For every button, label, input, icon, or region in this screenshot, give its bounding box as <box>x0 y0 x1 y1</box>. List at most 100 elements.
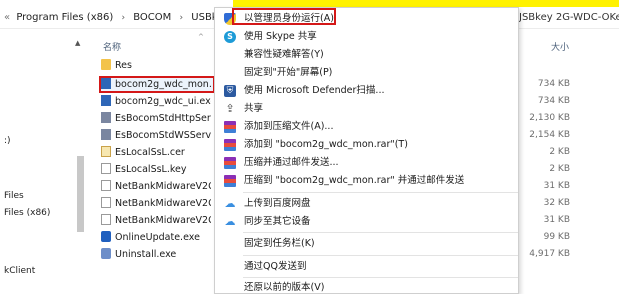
file-size: 2,154 KB <box>529 130 570 140</box>
breadcrumb-separator-icon: › <box>179 12 184 23</box>
nav-item-program-files-x86[interactable]: Files (x86) <box>4 208 50 218</box>
nav-item-drive[interactable]: :) <box>4 136 11 146</box>
menu-item-add-archive[interactable]: 添加到压缩文件(A)... <box>215 118 518 136</box>
menu-item-share[interactable]: ⇪ 共享 <box>215 100 518 118</box>
menu-item-pin-taskbar[interactable]: 固定到任务栏(K) <box>215 235 518 253</box>
search-box-text[interactable]: JSBkey 2G-WDC-OKey <box>519 12 619 23</box>
menu-item-label: 共享 <box>244 103 264 114</box>
breadcrumb-separator-icon: › <box>121 12 126 23</box>
scroll-up-icon[interactable]: ▲ <box>75 39 80 47</box>
scrollbar-thumb[interactable] <box>77 156 84 232</box>
document-icon <box>101 197 111 208</box>
run-as-admin-highlight <box>232 8 336 25</box>
file-row-ws-server[interactable]: EsBocomStdWSServer.exe <box>101 128 211 143</box>
file-row-cer[interactable]: EsLocalSsL.cer <box>101 145 211 160</box>
baidu-cloud-icon: ☁ <box>224 215 236 228</box>
menu-separator <box>243 277 518 278</box>
file-row-key[interactable]: EsLocalSsL.key <box>101 162 211 177</box>
highlight-strip <box>233 0 619 7</box>
menu-item-label: 通过QQ发送到 <box>244 261 307 272</box>
file-row-midware-2[interactable]: NetBankMidwareV2C <box>101 196 211 211</box>
menu-item-add-rar[interactable]: 添加到 "bocom2g_wdc_mon.rar"(T) <box>215 136 518 154</box>
winrar-icon <box>224 139 236 151</box>
menu-item-label: 使用 Microsoft Defender扫描... <box>244 85 385 96</box>
baidu-cloud-icon: ☁ <box>224 197 236 210</box>
menu-item-compress-email[interactable]: 压缩并通过邮件发送... <box>215 154 518 172</box>
file-name: NetBankMidwareV2C <box>115 181 211 192</box>
certificate-icon <box>101 146 111 157</box>
menu-item-label: 使用 Skype 共享 <box>244 31 317 42</box>
menu-item-label: 同步至其它设备 <box>244 216 311 227</box>
context-menu: 以管理员身份运行(A) S 使用 Skype 共享 兼容性疑难解答(Y) 固定到… <box>214 7 519 294</box>
defender-icon: ⛨ <box>224 85 236 97</box>
file-row-bocom2g-wdc-mon[interactable]: bocom2g_wdc_mon.exe <box>101 77 211 92</box>
file-list-scrollbar[interactable]: ▲ <box>73 29 85 294</box>
column-header-size[interactable]: 大小 <box>551 40 569 53</box>
exe-icon <box>101 78 111 89</box>
menu-item-compress-rar-email[interactable]: 压缩到 "bocom2g_wdc_mon.rar" 并通过邮件发送 <box>215 172 518 190</box>
file-row-midware-1[interactable]: NetBankMidwareV2C <box>101 179 211 194</box>
file-size: 2 KB <box>549 164 570 174</box>
file-name: EsLocalSsL.key <box>115 164 187 175</box>
menu-item-send-qq[interactable]: 通过QQ发送到 <box>215 258 518 276</box>
file-size: 734 KB <box>537 96 570 106</box>
menu-item-defender-scan[interactable]: ⛨ 使用 Microsoft Defender扫描... <box>215 82 518 100</box>
menu-item-pin-start[interactable]: 固定到"开始"屏幕(P) <box>215 64 518 82</box>
menu-item-restore-versions[interactable]: 还原以前的版本(V) <box>215 279 518 294</box>
document-icon <box>101 214 111 225</box>
menu-item-label: 添加到压缩文件(A)... <box>244 121 334 132</box>
update-icon <box>101 231 111 242</box>
menu-item-label: 固定到任务栏(K) <box>244 238 315 249</box>
menu-item-troubleshoot[interactable]: 兼容性疑难解答(Y) <box>215 46 518 64</box>
file-name: EsLocalSsL.cer <box>115 147 185 158</box>
file-size: 99 KB <box>543 232 570 242</box>
nav-item-program-files[interactable]: Files <box>4 191 24 201</box>
menu-item-sync-devices[interactable]: ☁ 同步至其它设备 <box>215 213 518 231</box>
menu-item-label: 兼容性疑难解答(Y) <box>244 49 324 60</box>
file-name: NetBankMidwareV2C <box>115 198 211 209</box>
menu-item-label: 固定到"开始"屏幕(P) <box>244 67 333 78</box>
menu-item-label: 压缩到 "bocom2g_wdc_mon.rar" 并通过邮件发送 <box>244 175 465 186</box>
file-size: 734 KB <box>537 79 570 89</box>
file-size: 32 KB <box>543 198 570 208</box>
menu-item-label: 上传到百度网盘 <box>244 198 311 209</box>
share-icon: ⇪ <box>225 102 235 115</box>
file-row-res[interactable]: Res <box>101 58 211 73</box>
file-name: EsBocomStdHttpServer.exe <box>115 113 211 124</box>
file-row-http-server[interactable]: EsBocomStdHttpServer.exe <box>101 111 211 126</box>
uninstall-icon <box>101 248 111 259</box>
file-name: bocom2g_wdc_ui.exe <box>115 96 211 107</box>
winrar-icon <box>224 175 236 187</box>
file-name: EsBocomStdWSServer.exe <box>115 130 211 141</box>
exe-icon <box>101 95 111 106</box>
file-row-midware-3[interactable]: NetBankMidwareV2C <box>101 213 211 228</box>
file-size: 2,130 KB <box>529 113 570 123</box>
breadcrumb-overflow-icon[interactable]: « <box>4 12 10 23</box>
menu-separator <box>243 255 518 256</box>
menu-item-skype-share[interactable]: S 使用 Skype 共享 <box>215 28 518 46</box>
document-icon <box>101 180 111 191</box>
service-icon <box>101 129 111 140</box>
menu-item-baidu-upload[interactable]: ☁ 上传到百度网盘 <box>215 195 518 213</box>
file-name: OnlineUpdate.exe <box>115 232 200 243</box>
breadcrumb: « Program Files (x86) › BOCOM › USBkey <box>4 12 229 24</box>
file-size: 31 KB <box>543 181 570 191</box>
service-icon <box>101 112 111 123</box>
file-name: bocom2g_wdc_mon.exe <box>115 79 211 90</box>
skype-icon: S <box>224 31 236 43</box>
file-size: 4,917 KB <box>529 249 570 259</box>
menu-separator <box>243 192 518 193</box>
file-row-uninstall[interactable]: Uninstall.exe <box>101 247 211 262</box>
file-name: Uninstall.exe <box>115 249 177 260</box>
file-row-bocom2g-wdc-ui[interactable]: bocom2g_wdc_ui.exe <box>101 94 211 109</box>
nav-item-client[interactable]: kClient <box>4 266 35 276</box>
winrar-icon <box>224 157 236 169</box>
breadcrumb-item-program-files[interactable]: Program Files (x86) <box>16 12 113 23</box>
file-name: NetBankMidwareV2C <box>115 215 211 226</box>
file-row-online-update[interactable]: OnlineUpdate.exe <box>101 230 211 245</box>
menu-item-label: 还原以前的版本(V) <box>244 282 325 293</box>
file-size: 31 KB <box>543 215 570 225</box>
column-header-name[interactable]: 名称 <box>103 40 121 53</box>
menu-item-label: 添加到 "bocom2g_wdc_mon.rar"(T) <box>244 139 408 150</box>
breadcrumb-item-bocom[interactable]: BOCOM <box>133 12 171 23</box>
